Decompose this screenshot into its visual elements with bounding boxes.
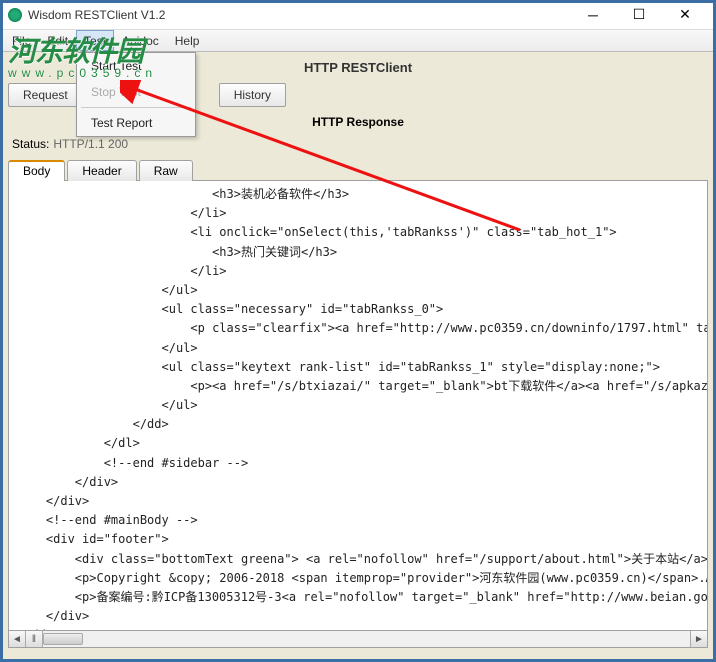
title-bar: Wisdom RESTClient V1.2 ─ ☐ ✕ [0, 0, 716, 30]
minimize-button[interactable]: ─ [570, 0, 616, 30]
scroll-right-icon[interactable]: ► [690, 631, 707, 647]
dropdown-separator [81, 107, 191, 108]
menu-file[interactable]: File [4, 30, 39, 51]
status-value: HTTP/1.1 200 [53, 137, 128, 151]
maximize-button[interactable]: ☐ [616, 0, 662, 30]
window-controls: ─ ☐ ✕ [570, 0, 708, 30]
response-tabs: Body Header Raw [8, 159, 708, 181]
app-icon [8, 8, 22, 22]
tab-request[interactable]: Request [8, 83, 83, 107]
dropdown-test-report[interactable]: Test Report [77, 110, 195, 136]
response-body[interactable]: <h3>装机必备软件</h3> </li> <li onclick="onSel… [8, 181, 708, 631]
tab-history[interactable]: History [219, 83, 286, 107]
main-panel: HTTP RESTClient Request History HTTP Res… [0, 52, 716, 662]
menu-edit[interactable]: Edit [39, 30, 76, 51]
scroll-track[interactable] [43, 631, 690, 647]
dropdown-stop-test: Stop Test [77, 79, 195, 105]
subtab-raw[interactable]: Raw [139, 160, 193, 181]
close-button[interactable]: ✕ [662, 0, 708, 30]
subtab-body[interactable]: Body [8, 160, 65, 181]
horizontal-scrollbar[interactable]: ◄ ‖ ► [8, 631, 708, 648]
window-title: Wisdom RESTClient V1.2 [28, 8, 570, 22]
scroll-left-icon[interactable]: ◄ [9, 631, 26, 647]
test-dropdown: Start Test Stop Test Test Report [76, 52, 196, 137]
status-label: Status: [12, 137, 49, 151]
dropdown-start-test[interactable]: Start Test [77, 53, 195, 79]
subtab-header[interactable]: Header [67, 160, 136, 181]
menu-bar: File Edit Test Apidoc Help [0, 30, 716, 52]
scroll-thumb[interactable] [43, 633, 83, 645]
menu-help[interactable]: Help [167, 30, 208, 51]
menu-apidoc[interactable]: Apidoc [114, 30, 167, 51]
scroll-split-icon[interactable]: ‖ [26, 631, 43, 647]
menu-test[interactable]: Test [76, 30, 114, 51]
